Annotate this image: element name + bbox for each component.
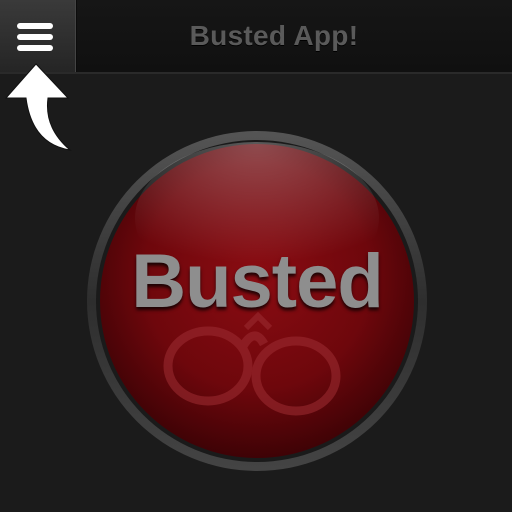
navigation-bar: Busted App! — [0, 0, 512, 74]
busted-button-graphic — [87, 131, 427, 471]
app-screen: Busted App! Busted — [0, 0, 512, 512]
page-title: Busted App! — [189, 20, 359, 51]
curved-arrow-up-icon — [4, 63, 72, 151]
hamburger-menu-icon — [17, 23, 53, 51]
busted-button[interactable]: Busted — [86, 130, 428, 472]
